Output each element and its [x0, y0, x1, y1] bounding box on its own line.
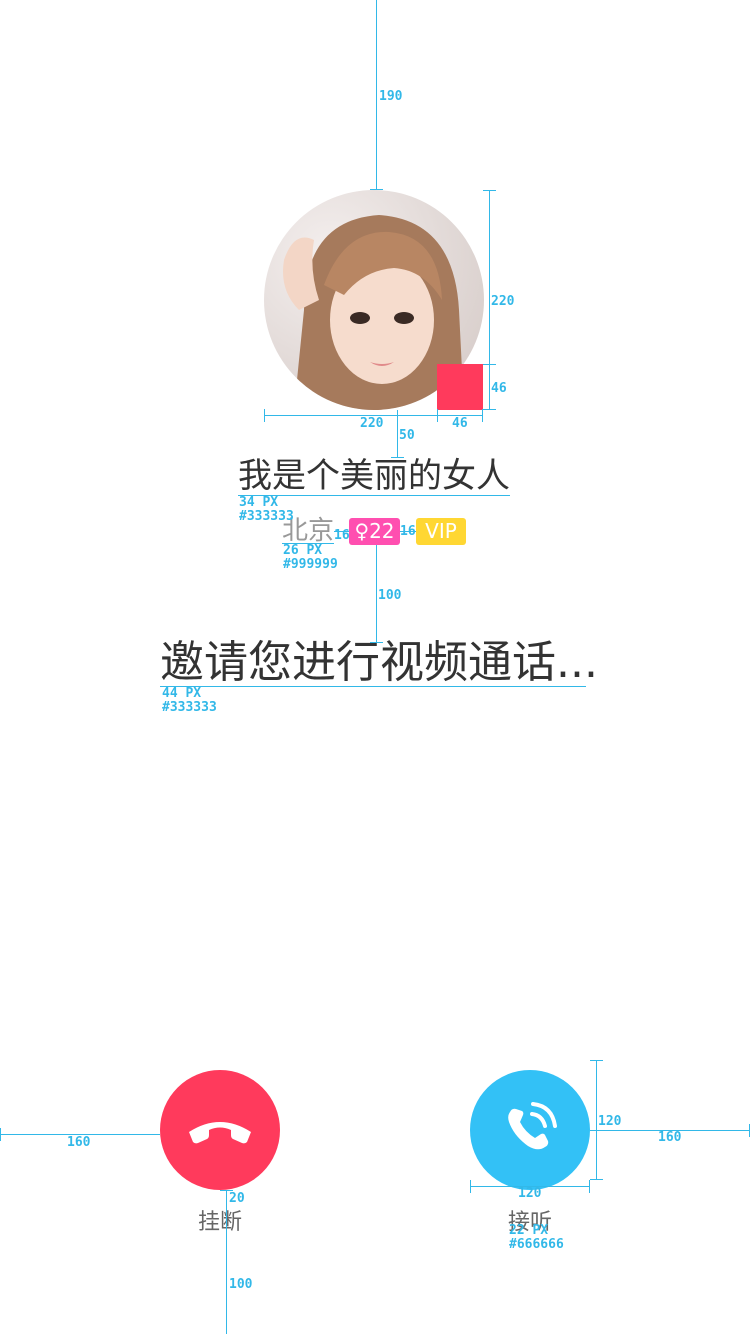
spec-tick: [370, 189, 383, 190]
spec-tag-gap-left: 16: [334, 528, 350, 543]
spec-tick: [483, 364, 496, 365]
spec-tick: [370, 642, 383, 643]
spec-tick: [482, 409, 483, 422]
vip-tag: VIP: [416, 518, 466, 545]
spec-gap-invite: 100: [378, 588, 402, 603]
spec-right-margin: 160: [658, 1130, 682, 1145]
spec-name-size: 34 PX: [239, 495, 279, 510]
spec-tick: [590, 1060, 603, 1061]
spec-line: [397, 410, 398, 458]
spec-underline: [160, 686, 586, 687]
online-status-badge: [437, 364, 483, 410]
spec-line: [489, 190, 490, 410]
spec-line: [376, 545, 377, 643]
phone-answer-icon: [508, 1102, 557, 1150]
spec-tick: [391, 457, 404, 458]
spec-tick: [264, 409, 265, 422]
spec-line: [226, 1190, 227, 1334]
phone-hangup-icon: [189, 1122, 251, 1144]
spec-tick: [483, 190, 496, 191]
hangup-button[interactable]: [160, 1070, 280, 1190]
spec-tick: [470, 1180, 471, 1193]
spec-underline: [238, 495, 510, 496]
spec-city-color: #999999: [283, 557, 338, 572]
spec-name-color: #333333: [239, 509, 294, 524]
spec-left-margin: 160: [67, 1135, 91, 1150]
spec-badge-width: 46: [452, 416, 468, 431]
caller-name: 我是个美丽的女人: [238, 456, 510, 496]
spec-button-height: 120: [598, 1114, 622, 1129]
spec-button-width: 120: [518, 1186, 542, 1201]
spec-avatar-width: 220: [360, 416, 384, 431]
spec-tick: [0, 1128, 1, 1141]
spec-invite-color: #333333: [162, 700, 217, 715]
spec-tick: [590, 1179, 603, 1180]
spec-tick: [589, 1180, 590, 1193]
spec-label-size: 22 PX: [509, 1223, 549, 1238]
spec-label-gap: 20: [229, 1191, 245, 1206]
spec-invite-size: 44 PX: [162, 686, 202, 701]
hangup-label: 挂断: [197, 1210, 242, 1235]
spec-gap-name: 50: [399, 428, 415, 443]
spec-tag-gap-right: 16: [400, 524, 416, 539]
invite-message: 邀请您进行视频通话...: [160, 637, 598, 688]
spec-bottom-gap: 100: [229, 1277, 253, 1292]
spec-line: [596, 1060, 597, 1180]
spec-tick: [483, 409, 496, 410]
spec-city-size: 26 PX: [283, 543, 323, 558]
age-gender-tag: ♀22: [349, 518, 400, 545]
spec-badge-height: 46: [491, 381, 507, 396]
spec-label-color: #666666: [509, 1237, 564, 1252]
spec-avatar-height: 220: [491, 294, 515, 309]
spec-tick: [437, 409, 438, 422]
answer-button[interactable]: [470, 1070, 590, 1190]
spec-top-gap: 190: [379, 89, 403, 104]
spec-line-top: [376, 0, 377, 190]
